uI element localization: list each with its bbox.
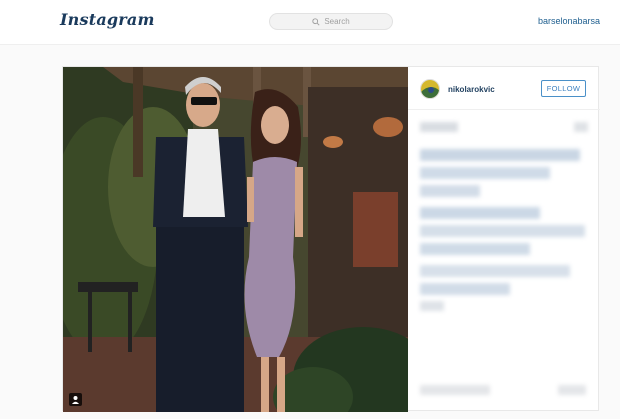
- author-avatar[interactable]: [420, 79, 440, 99]
- person-tag-glyph: [72, 396, 79, 404]
- post-photo-scene: [63, 67, 408, 412]
- top-navigation-bar: Instagram Search barselonabarsa: [0, 0, 620, 45]
- post-sidebar: nikolarokvic FOLLOW: [408, 67, 600, 412]
- author-username[interactable]: nikolarokvic: [448, 85, 495, 94]
- search-placeholder: Search: [324, 17, 350, 26]
- person-tag-icon[interactable]: [69, 393, 82, 406]
- header-divider: [408, 109, 600, 110]
- follow-button[interactable]: FOLLOW: [541, 80, 586, 97]
- author-avatar-image: [421, 80, 439, 98]
- post-card: nikolarokvic FOLLOW: [62, 66, 600, 412]
- search-icon: [312, 17, 320, 26]
- instagram-logo[interactable]: Instagram: [60, 10, 155, 29]
- search-input[interactable]: Search: [269, 13, 393, 30]
- profile-username-link[interactable]: barselonabarsa: [538, 16, 600, 26]
- post-photo[interactable]: [63, 67, 408, 412]
